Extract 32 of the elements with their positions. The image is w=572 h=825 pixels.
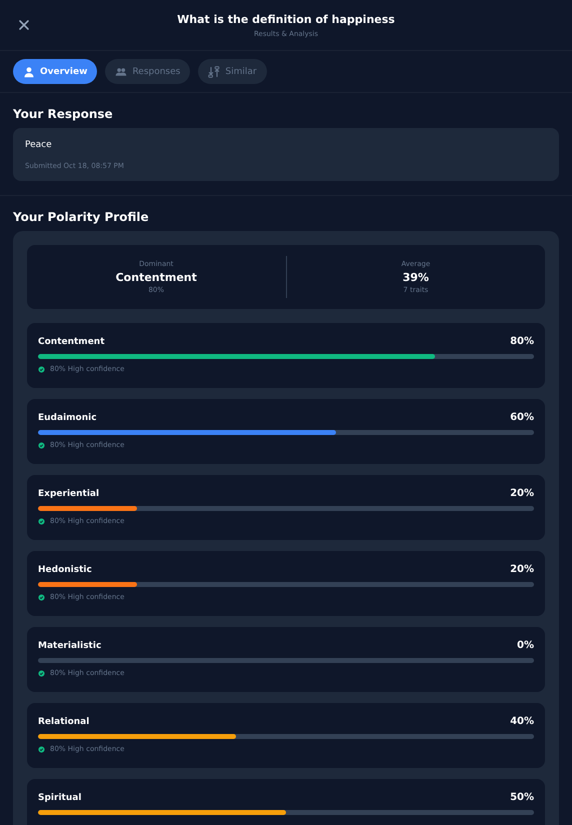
check-circle-icon (38, 746, 45, 752)
stat-value: 39% (402, 271, 430, 284)
section-heading: Your Response (13, 107, 114, 121)
trait-percent: 40% (510, 716, 534, 727)
tab[interactable]: Similar (198, 59, 267, 84)
people-icon (115, 66, 128, 78)
trait-name: Contentment (38, 337, 105, 347)
trait-percent: 60% (510, 412, 534, 423)
trait-percent: 80% (510, 336, 534, 347)
swap-arrows-icon (208, 66, 220, 78)
trait-name: Relational (38, 717, 90, 727)
trait-name: Eudaimonic (38, 413, 97, 423)
trait-percent: 50% (510, 792, 534, 803)
section-heading: Your Polarity Profile (13, 210, 150, 224)
check-circle-icon (38, 518, 45, 524)
page-title: What is the definition of happiness (177, 12, 395, 26)
trait-percent: 20% (510, 488, 534, 499)
check-circle-icon (38, 670, 45, 676)
check-circle-icon (38, 366, 45, 372)
tab[interactable]: Responses (105, 59, 190, 84)
response-text: Peace (25, 140, 53, 150)
tab[interactable]: Overview (13, 59, 98, 84)
trait-percent: 20% (510, 564, 534, 575)
check-circle-icon (38, 594, 45, 600)
trait-name: Experiential (38, 489, 100, 499)
check-circle-icon (38, 442, 45, 448)
trait-name: Hedonistic (38, 565, 92, 575)
person-icon (23, 66, 35, 78)
trait-percent: 0% (517, 640, 534, 651)
trait-name: Materialistic (38, 641, 102, 651)
trait-name: Spiritual (38, 793, 82, 803)
stat-value: Contentment (114, 271, 198, 284)
